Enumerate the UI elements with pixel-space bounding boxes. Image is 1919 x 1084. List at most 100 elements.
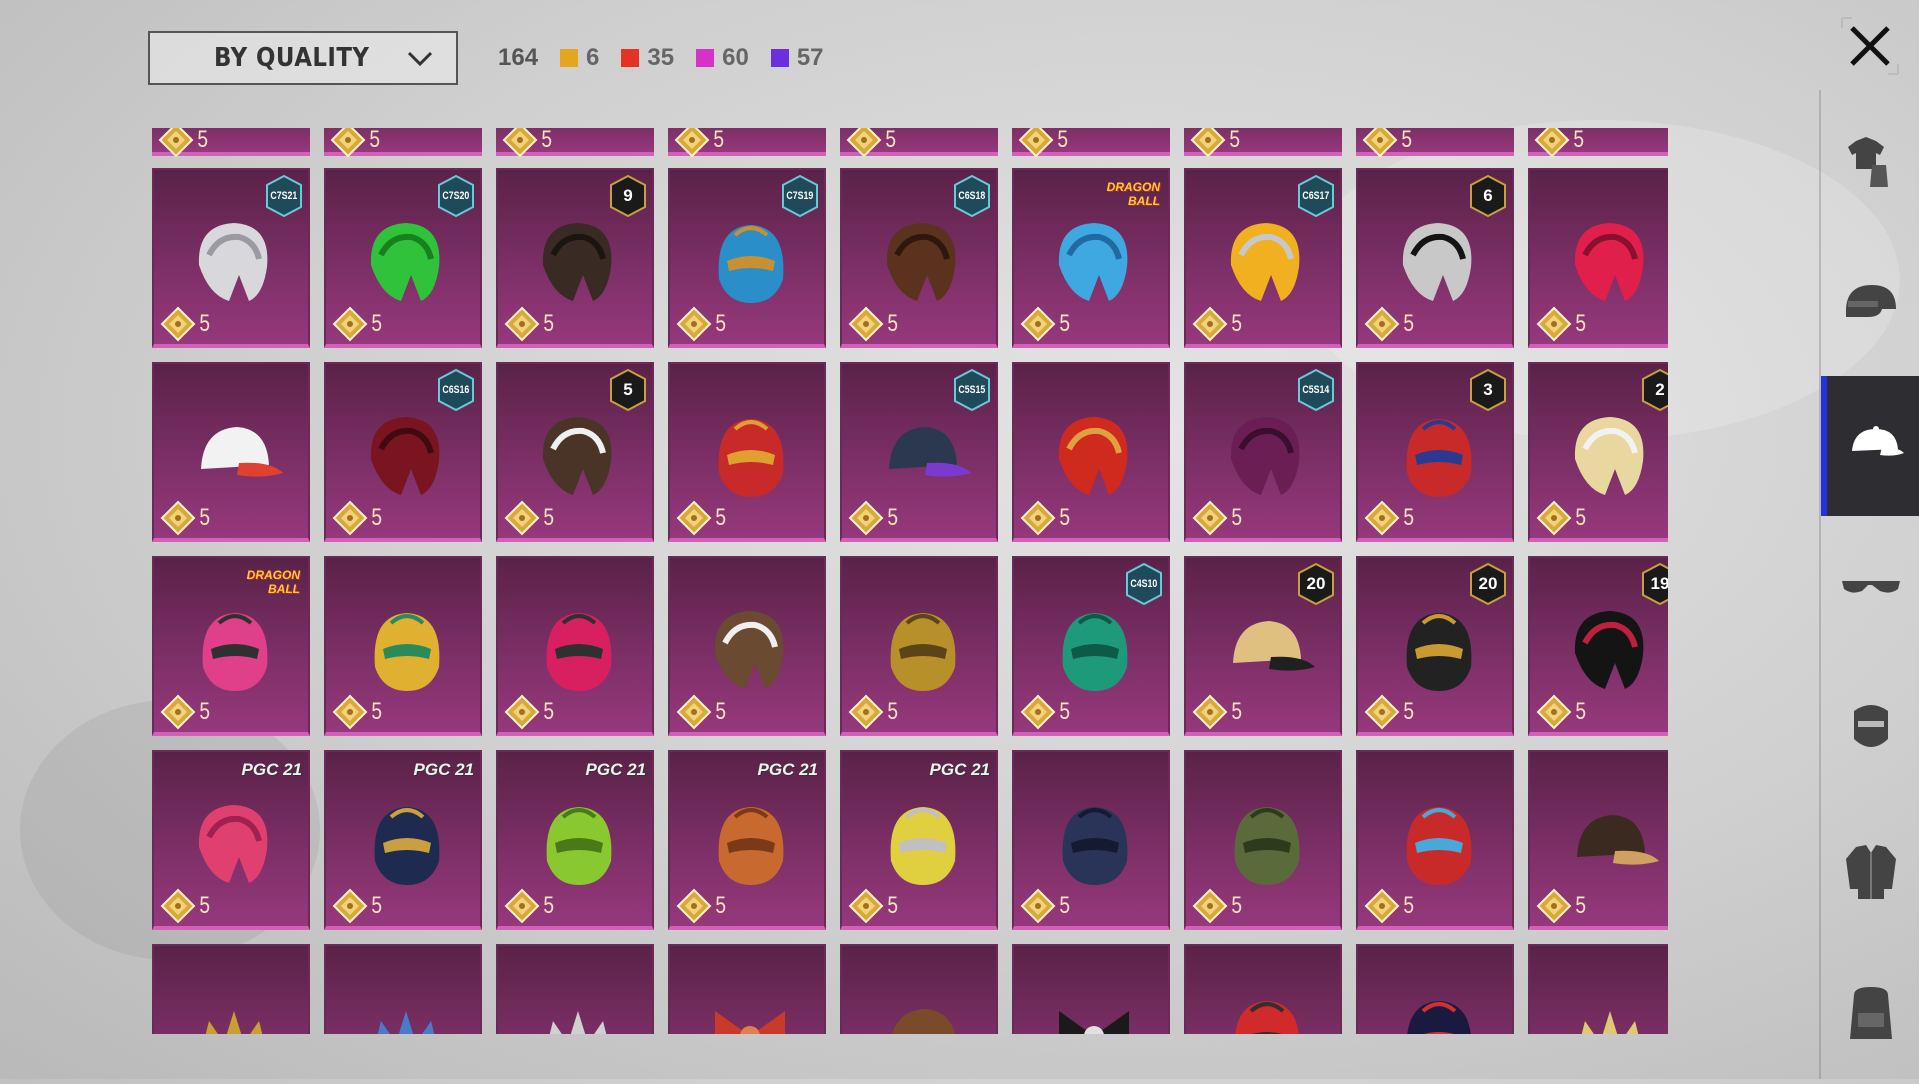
item-card-partial[interactable]: 5 xyxy=(496,128,654,158)
item-card-partial[interactable]: 5 xyxy=(1012,128,1170,158)
sort-dropdown[interactable]: BY QUALITY xyxy=(148,31,458,85)
item-card-green-hair[interactable]: C7S20 5 xyxy=(324,168,482,348)
item-card-navy-gold-helmet[interactable]: PGC 21 5 xyxy=(324,750,482,930)
category-sidebar xyxy=(1819,90,1919,1079)
item-cost: 5 xyxy=(502,128,553,158)
quality-count-2: 60 xyxy=(696,44,749,72)
sidebar-tab-cap[interactable] xyxy=(1821,376,1919,516)
season-badge: C7S21 xyxy=(264,174,304,218)
cost-value: 5 xyxy=(543,504,555,531)
item-card-swamp-mask[interactable]: 5 xyxy=(1184,750,1342,930)
event-tag: PGC 21 xyxy=(585,760,646,779)
item-card-blue-hair[interactable]: DRAGON BALL 5 xyxy=(1012,168,1170,348)
item-card-feather-helmet[interactable]: C7S19 5 xyxy=(668,168,826,348)
item-card-tied-hair[interactable]: 5 xyxy=(668,556,826,736)
item-card-gold-horn-helmet[interactable]: 5 xyxy=(840,556,998,736)
sidebar-tab-outfit[interactable] xyxy=(1821,92,1919,232)
outfit-icon xyxy=(1848,137,1888,187)
sidebar-tab-mask[interactable] xyxy=(1821,660,1919,800)
item-card-visor-hair[interactable]: C6S17 5 xyxy=(1184,168,1342,348)
item-card-partial[interactable]: 5 xyxy=(1528,128,1668,158)
item-card-cowboy-hat[interactable] xyxy=(840,944,998,1034)
coin-icon xyxy=(332,694,368,730)
cost-value: 5 xyxy=(199,698,211,725)
item-card-dark-dome[interactable] xyxy=(1356,944,1514,1034)
item-card-goggle-pink[interactable]: DRAGON BALL 5 xyxy=(152,556,310,736)
item-card-brown-hair[interactable]: C6S18 5 xyxy=(840,168,998,348)
item-card-crimson-hair[interactable]: C6S16 5 xyxy=(324,362,482,542)
item-card-halo-ring[interactable] xyxy=(1528,944,1668,1034)
swamp-mask-icon xyxy=(1211,787,1321,897)
close-button[interactable] xyxy=(1838,14,1902,78)
badge-text: 5 xyxy=(623,380,633,399)
purple-hair-icon xyxy=(1211,399,1321,509)
item-cost: 5 xyxy=(160,888,211,924)
item-card-knight-helmet[interactable]: PGC 21 5 xyxy=(840,750,998,930)
item-card-lion-hat[interactable]: 5 xyxy=(152,362,310,542)
item-card-black-hair-ribbon[interactable]: 19 5 xyxy=(1528,556,1668,736)
cost-value: 5 xyxy=(1231,698,1243,725)
bird-hair-icon xyxy=(523,399,633,509)
item-card-sailor-hair[interactable]: 2 5 xyxy=(1528,362,1668,542)
item-card-black-bow[interactable] xyxy=(1012,944,1170,1034)
item-card-mohawk-helmet[interactable]: 5 xyxy=(496,556,654,736)
item-card-silver-crown[interactable] xyxy=(496,944,654,1034)
item-card-masked-hair[interactable]: 6 5 xyxy=(1356,168,1514,348)
event-tag: PGC 21 xyxy=(241,760,302,779)
coin-icon xyxy=(1536,306,1572,342)
item-card-blue-crown[interactable] xyxy=(324,944,482,1034)
coin-icon xyxy=(332,888,368,924)
item-card-partial[interactable]: 5 xyxy=(668,128,826,158)
item-card-blonde-hat[interactable]: 20 5 xyxy=(1184,556,1342,736)
item-card-partial[interactable]: 5 xyxy=(324,128,482,158)
item-card-dark-long-hair[interactable]: 9 5 xyxy=(496,168,654,348)
sidebar-tab-backpack[interactable] xyxy=(1821,944,1919,1084)
item-card-headdress[interactable]: 5 xyxy=(324,556,482,736)
coin-icon xyxy=(504,500,540,536)
item-card-partial[interactable]: 5 xyxy=(840,128,998,158)
cost-value: 5 xyxy=(715,698,727,725)
jacket-icon xyxy=(1846,845,1896,899)
coin-icon xyxy=(1534,128,1570,158)
item-card-navy-helmet[interactable]: 5 xyxy=(1012,750,1170,930)
item-card-crown-hair[interactable]: 5 xyxy=(1012,362,1170,542)
headdress-icon xyxy=(351,593,461,703)
item-card-partial[interactable]: 5 xyxy=(1356,128,1514,158)
cap-icon xyxy=(1852,426,1904,456)
item-card-partial[interactable]: 5 xyxy=(152,128,310,158)
item-card-red-bow[interactable] xyxy=(668,944,826,1034)
item-card-red-pigtails[interactable]: 5 xyxy=(1528,168,1668,348)
item-card-serpent-helmet[interactable]: PGC 21 5 xyxy=(668,750,826,930)
feather-helmet-icon xyxy=(695,205,805,315)
item-card-gold-black-helmet[interactable]: 20 5 xyxy=(1356,556,1514,736)
item-card-baseball-cap[interactable]: C5S15 5 xyxy=(840,362,998,542)
item-card-purple-hair[interactable]: C5S14 5 xyxy=(1184,362,1342,542)
mohawk-helmet-icon xyxy=(523,593,633,703)
item-card-red-feather[interactable] xyxy=(1184,944,1342,1034)
item-cost: 5 xyxy=(1364,694,1415,730)
item-card-scarecrow-hat[interactable]: 5 xyxy=(1528,750,1668,930)
coin-icon xyxy=(160,306,196,342)
red-feather-icon xyxy=(1211,981,1321,1034)
coin-icon xyxy=(1190,128,1226,158)
cost-value: 5 xyxy=(199,310,211,337)
quality-count-value: 35 xyxy=(647,44,675,71)
quality-swatch xyxy=(621,49,640,67)
item-card-green-helmet[interactable]: C4S10 5 xyxy=(1012,556,1170,736)
sidebar-tab-glasses[interactable] xyxy=(1821,518,1919,658)
item-card-dragon-mask[interactable]: 5 xyxy=(668,362,826,542)
item-card-bird-hair[interactable]: 5 5 xyxy=(496,362,654,542)
coin-icon xyxy=(1192,888,1228,924)
item-card-partial[interactable]: 5 xyxy=(1184,128,1342,158)
item-cost: 5 xyxy=(676,694,727,730)
item-card-octopus-mask[interactable]: PGC 21 5 xyxy=(496,750,654,930)
item-card-jester-helmet[interactable]: 3 5 xyxy=(1356,362,1514,542)
sidebar-tab-jacket[interactable] xyxy=(1821,802,1919,942)
item-card-robot-helmet[interactable]: 5 xyxy=(1356,750,1514,930)
item-card-silver-hair[interactable]: C7S21 5 xyxy=(152,168,310,348)
item-card-pink-bob[interactable]: PGC 21 5 xyxy=(152,750,310,930)
item-cost: 5 xyxy=(1534,128,1585,158)
sidebar-tab-helmet[interactable] xyxy=(1821,234,1919,374)
item-card-gold-crest[interactable] xyxy=(152,944,310,1034)
green-hair-icon xyxy=(351,205,461,315)
